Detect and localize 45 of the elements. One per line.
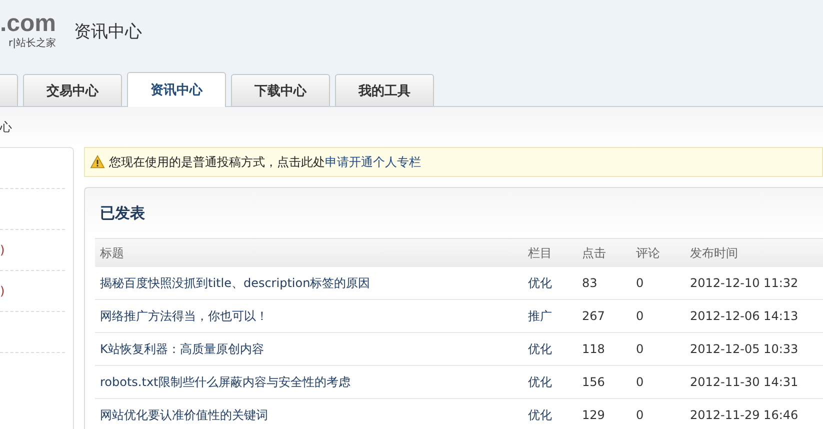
table-cell: 267 bbox=[582, 309, 605, 323]
apply-link[interactable]: 申请开通个人专栏 bbox=[325, 154, 421, 168]
nav-tab[interactable]: 下载中心 bbox=[231, 74, 330, 106]
table-cell: 0 bbox=[636, 375, 644, 389]
nav-tab[interactable]: 我的工具 bbox=[335, 74, 434, 106]
breadcrumb: 心 bbox=[0, 118, 12, 136]
nav-tab[interactable]: 交易中心 bbox=[23, 74, 122, 106]
category-link[interactable]: 优化 bbox=[528, 374, 552, 388]
category-link[interactable]: 优化 bbox=[528, 276, 552, 290]
column-header: 点击 bbox=[582, 244, 607, 262]
category-link[interactable]: 优化 bbox=[528, 342, 552, 356]
table-cell: 83 bbox=[582, 276, 598, 290]
article-link[interactable]: robots.txt限制些什么屏蔽内容与安全性的考虑 bbox=[100, 374, 350, 388]
panel-title: 已发表 bbox=[100, 204, 145, 222]
table-cell: 0 bbox=[636, 342, 644, 356]
logo-text: .com bbox=[0, 12, 56, 36]
article-link[interactable]: 揭秘百度快照没抓到title、description标签的原因 bbox=[100, 276, 370, 290]
table-cell: 2012-11-30 14:31 bbox=[690, 375, 798, 389]
table-cell: 0 bbox=[636, 408, 644, 422]
table-cell: 2012-12-06 14:13 bbox=[690, 309, 798, 323]
table-cell: 129 bbox=[582, 408, 605, 422]
article-link[interactable]: 网站优化要认准价值性的关键词 bbox=[100, 408, 268, 422]
category-link[interactable]: 优化 bbox=[528, 408, 552, 422]
section-title: 资讯中心 bbox=[74, 20, 142, 42]
logo-tagline: r|站长之家 bbox=[8, 36, 56, 50]
article-link[interactable]: 网络推广方法得当，你也可以！ bbox=[100, 308, 268, 322]
table-cell: 156 bbox=[582, 375, 605, 389]
notice-text: 您现在使用的是普通投稿方式，点击此处申请开通个人专栏 bbox=[109, 154, 421, 170]
table-cell: 2012-12-10 11:32 bbox=[690, 276, 798, 290]
column-header: 栏目 bbox=[528, 244, 553, 262]
column-header: 发布时间 bbox=[690, 244, 739, 262]
table-cell: 0 bbox=[636, 309, 644, 323]
nav-tab[interactable]: 资讯中心 bbox=[127, 72, 226, 107]
tab[interactable] bbox=[0, 74, 18, 106]
table-cell: 2012-11-29 16:46 bbox=[690, 408, 798, 422]
table-cell: 0 bbox=[636, 276, 644, 290]
sidebar-item[interactable]: ) bbox=[0, 284, 5, 298]
column-header: 标题 bbox=[99, 244, 125, 262]
column-header: 评论 bbox=[636, 244, 661, 262]
sidebar-item[interactable]: ) bbox=[0, 243, 5, 257]
warning-icon bbox=[90, 155, 105, 169]
table-cell: 2012-12-05 10:33 bbox=[690, 342, 798, 356]
category-link[interactable]: 推广 bbox=[528, 308, 552, 322]
table-cell: 118 bbox=[582, 342, 605, 356]
article-link[interactable]: K站恢复利器：高质量原创内容 bbox=[100, 342, 264, 356]
